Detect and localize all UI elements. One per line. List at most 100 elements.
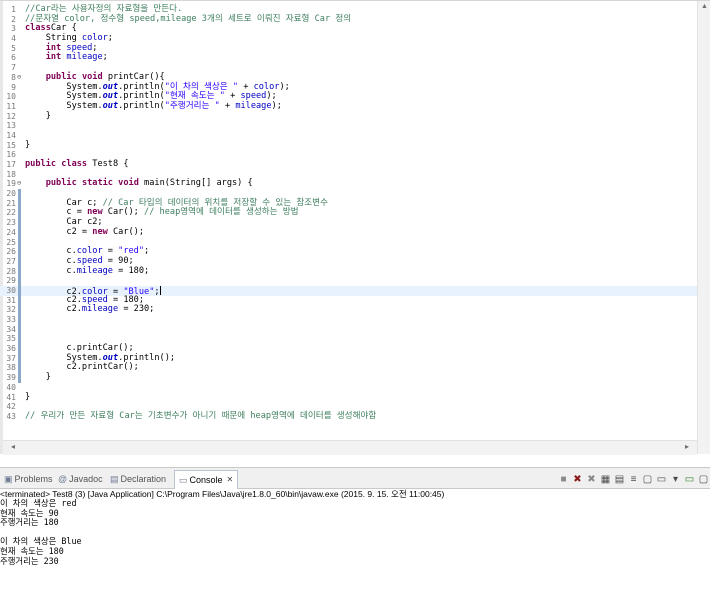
console-toolbar: ■ ✖ ✖ ▦ ▤ ≡ ▢ ▭ ▾ ▭ ▢: [556, 471, 710, 487]
minimize-icon[interactable]: ▭: [683, 473, 696, 486]
code-line[interactable]: 24 c2 = new Car();: [0, 227, 697, 238]
code-line[interactable]: 33: [0, 315, 697, 325]
change-marker: [18, 363, 21, 374]
scroll-up-icon[interactable]: ▲: [701, 3, 708, 10]
remove-all-terminated-icon[interactable]: ✖: [585, 473, 598, 486]
tab-javadoc[interactable]: @ Javadoc: [58, 471, 103, 487]
tab-label: Console: [189, 475, 223, 485]
code-token: +: [238, 81, 254, 92]
code-line[interactable]: 40: [0, 383, 697, 393]
code-line[interactable]: 15}: [0, 140, 697, 151]
code-line[interactable]: 17 public class Test8 {: [0, 159, 697, 170]
code-line[interactable]: 19 ⊖ public static void main(String[] arg…: [0, 179, 697, 189]
code-token: speed: [81, 294, 108, 305]
line-number: 4: [11, 34, 16, 44]
code-token: c2.: [25, 304, 82, 315]
code-line[interactable]: 43 // 우리가 만든 자료형 Car는 기초변수가 아니기 때문에 heap영…: [0, 410, 697, 422]
vertical-scrollbar[interactable]: ▲: [697, 1, 710, 454]
open-console-icon[interactable]: ▾: [669, 473, 682, 486]
clear-console-icon[interactable]: ▦: [599, 473, 612, 486]
scroll-left-icon[interactable]: ◂: [11, 442, 15, 451]
code-token: c2.printCar();: [25, 362, 139, 373]
tab-declaration[interactable]: ▤ Declaration: [110, 471, 166, 487]
pin-console-icon[interactable]: ▢: [641, 473, 654, 486]
scroll-right-icon[interactable]: ▸: [685, 442, 689, 451]
change-marker: [18, 353, 21, 364]
code-line[interactable]: 12 }: [0, 111, 697, 122]
code-line[interactable]: 38 c2.printCar();: [0, 362, 697, 374]
console-line: 주행거리는 230: [0, 555, 59, 566]
line-number: 30: [6, 285, 16, 295]
tab-label: Javadoc: [69, 474, 103, 484]
word-wrap-icon[interactable]: ≡: [627, 473, 640, 486]
horizontal-scrollbar[interactable]: ◂ ▸: [3, 440, 697, 455]
line-number: 8: [11, 72, 16, 82]
line-number: 29: [6, 276, 16, 286]
text-caret: [159, 285, 161, 295]
code-line[interactable]: 29: [0, 276, 697, 286]
console-output[interactable]: <terminated> Test8 (3) [Java Application…: [0, 489, 710, 598]
code-line[interactable]: 4 String color;: [0, 33, 697, 44]
fold-collapse-icon[interactable]: ⊖: [17, 73, 21, 83]
line-number: 17: [6, 160, 16, 169]
fold-collapse-icon[interactable]: ⊖: [17, 179, 21, 189]
code-token: void: [118, 178, 139, 189]
code-token: .println(: [118, 100, 165, 111]
code-text: c2 = new Car();: [25, 227, 144, 238]
tab-console[interactable]: ▭ Console ✕: [174, 470, 239, 489]
code-line[interactable]: 13: [0, 121, 697, 131]
line-number: 6: [11, 53, 16, 63]
code-token: printCar(){: [102, 71, 165, 82]
code-line[interactable]: 28 c.mileage = 180;: [0, 266, 697, 277]
change-marker: [18, 256, 21, 267]
code-line[interactable]: 22 c = new Car(); // heap영역에 데이터를 생성하는 방…: [0, 208, 697, 219]
console-line: 이 차의 색상은 red: [0, 498, 77, 508]
line-number: 35: [6, 334, 16, 344]
display-selected-console-icon[interactable]: ▭: [655, 473, 668, 486]
line-number: 15: [6, 140, 16, 150]
code-line[interactable]: 6 int mileage;: [0, 53, 697, 63]
code-lines[interactable]: 1 //Car라는 사용자정의 자료형을 만든다. 2 //문자열 color, 정수…: [0, 4, 697, 422]
tab-problems[interactable]: ▣ Problems: [4, 471, 53, 487]
terminate-icon[interactable]: ■: [557, 473, 570, 486]
code-token: +: [219, 100, 236, 111]
code-token: // 우리가 만든 자료형 Car는 기초변수가 아니기 때문에 heap영역에…: [25, 410, 377, 421]
code-editor[interactable]: 1 //Car라는 사용자정의 자료형을 만든다. 2 //문자열 color, 정수…: [0, 0, 710, 455]
line-number: 36: [6, 344, 16, 354]
code-line[interactable]: 32 c2.mileage = 230;: [0, 304, 697, 315]
close-icon[interactable]: ✕: [227, 472, 234, 488]
code-token: "현재 속도는 ": [164, 91, 225, 102]
code-text: }: [25, 140, 30, 151]
code-text: public class Test8 {: [25, 159, 129, 170]
line-number: 21: [6, 198, 16, 208]
scroll-lock-icon[interactable]: ▤: [613, 473, 626, 486]
code-token: mileage: [66, 52, 103, 63]
code-line[interactable]: 39 }: [0, 372, 697, 383]
remove-launch-icon[interactable]: ✖: [571, 473, 584, 486]
code-token: speed: [240, 91, 267, 102]
code-token: System.: [25, 100, 103, 111]
code-token: color: [253, 81, 280, 92]
code-line[interactable]: 11 System.out.println("주행거리는 " + mileage…: [0, 100, 697, 112]
code-token: Car c2;: [25, 217, 103, 228]
tab-label: Problems: [14, 474, 53, 484]
code-line[interactable]: 34: [0, 324, 697, 335]
code-token: color: [76, 246, 103, 257]
code-token: .println();: [118, 352, 176, 363]
code-line[interactable]: 2 //문자열 color, 정수형 speed,mileage 3개의 세트로 …: [0, 14, 697, 25]
console-status: <terminated> Test8 (3) [Java Application…: [0, 489, 445, 499]
code-token: c.printCar();: [25, 343, 134, 354]
code-token: }: [25, 391, 31, 402]
change-marker: [18, 324, 21, 335]
code-token: = 230;: [118, 304, 155, 315]
line-number: 38: [6, 363, 16, 373]
code-line[interactable]: 14: [0, 131, 697, 141]
maximize-icon[interactable]: ▢: [697, 473, 710, 486]
code-text: c.mileage = 180;: [25, 266, 149, 277]
code-line[interactable]: 41}: [0, 391, 697, 403]
code-token: System.: [25, 352, 103, 363]
code-token: mileage: [235, 100, 272, 111]
code-token: void: [81, 71, 103, 82]
console-lines: 이 차의 색상은 red 현재 속도는 90 주행거리는 180 이 차의 색상은 B…: [0, 498, 710, 566]
line-number: 33: [6, 315, 16, 324]
